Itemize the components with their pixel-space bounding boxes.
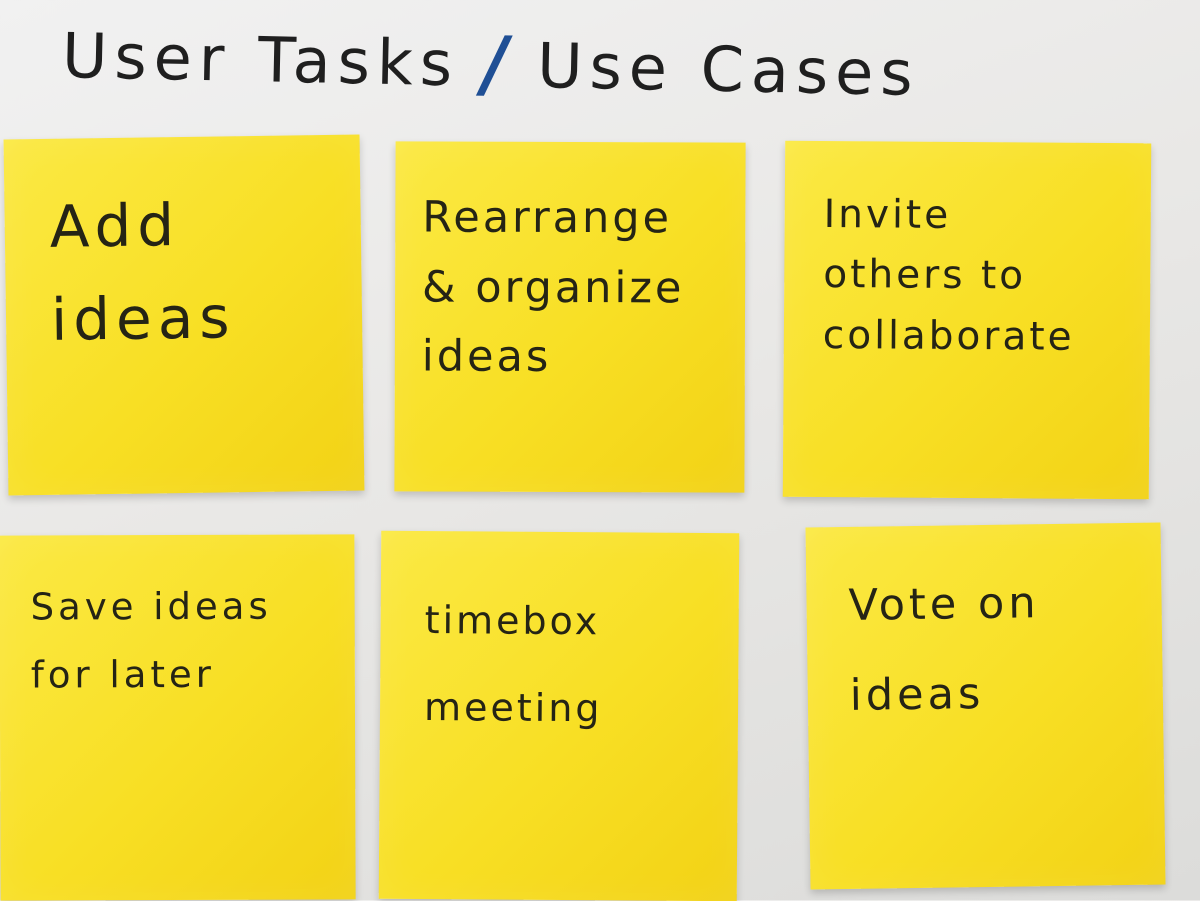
- title-separator: /: [474, 20, 523, 108]
- sticky-note-invite-others: Invite others to collaborate: [782, 140, 1152, 500]
- sticky-note-add-ideas: Add ideas: [3, 134, 365, 496]
- sticky-note-vote-on-ideas: Vote on ideas: [805, 522, 1166, 890]
- sticky-note-text: timebox meeting: [423, 598, 603, 731]
- whiteboard: User Tasks / Use Cases Add ideas Rearran…: [0, 0, 1200, 901]
- sticky-note-text: Save ideas for later: [30, 584, 272, 697]
- sticky-note-text: Vote on ideas: [848, 578, 1040, 722]
- sticky-note-text: Invite others to collaborate: [822, 191, 1075, 360]
- title-user-tasks: User Tasks: [61, 18, 460, 100]
- sticky-note-text: Rearrange & organize ideas: [421, 192, 685, 383]
- board-title: User Tasks / Use Cases: [61, 5, 921, 123]
- sticky-note-rearrange-ideas: Rearrange & organize ideas: [394, 141, 746, 493]
- title-use-cases: Use Cases: [536, 28, 921, 110]
- sticky-note-save-ideas: Save ideas for later: [0, 534, 356, 901]
- sticky-note-timebox-meeting: timebox meeting: [378, 530, 740, 901]
- sticky-note-text: Add ideas: [49, 191, 236, 354]
